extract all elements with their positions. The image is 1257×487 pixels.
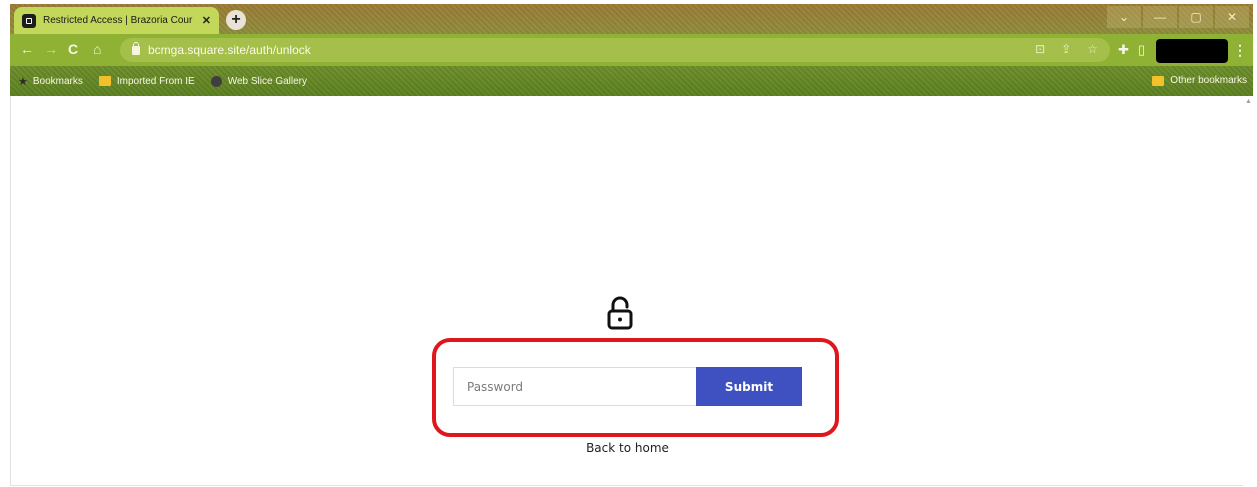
square-favicon-icon	[22, 13, 36, 28]
bookmark-web-slice-gallery[interactable]: Web Slice Gallery	[210, 75, 307, 87]
secure-lock-icon[interactable]	[132, 41, 140, 55]
url-text: bcmga.square.site/auth/unlock	[148, 43, 311, 57]
profile-avatar[interactable]	[1156, 39, 1228, 63]
back-to-home-link[interactable]: Back to home	[540, 441, 715, 455]
lock-icon	[607, 296, 633, 330]
browser-chrome: Restricted Access | Brazoria Cour ✕ + ⌄ …	[10, 4, 1253, 96]
bookmark-label: Web Slice Gallery	[227, 75, 307, 87]
globe-icon	[210, 75, 222, 87]
folder-icon	[1152, 75, 1165, 86]
scroll-up-arrow-icon[interactable]: ▲	[1245, 98, 1252, 105]
home-icon[interactable]: ⌂	[93, 41, 101, 57]
other-bookmarks[interactable]: Other bookmarks	[1152, 75, 1247, 86]
browser-toolbar: ← → C ⌂ bcmga.square.site/auth/unlock ⊡ …	[10, 34, 1253, 66]
maximize-button[interactable]: ▢	[1179, 6, 1213, 28]
kebab-menu-icon[interactable]: ⋮	[1233, 42, 1247, 59]
tab-search-icon[interactable]: ⌄	[1107, 6, 1141, 28]
star-icon: ★	[18, 75, 28, 88]
window-controls: ⌄ — ▢ ✕	[1107, 6, 1249, 28]
other-bookmarks-label: Other bookmarks	[1170, 75, 1247, 86]
password-input[interactable]	[453, 367, 697, 406]
submit-button[interactable]: Submit	[696, 367, 802, 406]
minimize-button[interactable]: —	[1143, 6, 1177, 28]
address-bar[interactable]: bcmga.square.site/auth/unlock ⊡ ⇪ ☆	[120, 38, 1110, 62]
install-app-icon[interactable]: ⊡	[1035, 42, 1045, 56]
bookmark-label: Imported From IE	[116, 75, 195, 87]
tab-title: Restricted Access | Brazoria Cour	[42, 15, 193, 26]
folder-icon	[98, 76, 111, 86]
bookmark-star-icon[interactable]: ☆	[1087, 42, 1098, 56]
close-window-button[interactable]: ✕	[1215, 6, 1249, 28]
reload-icon[interactable]: C	[68, 41, 78, 57]
new-tab-button[interactable]: +	[226, 10, 246, 30]
bookmark-label: Bookmarks	[32, 75, 83, 87]
forward-arrow-icon[interactable]: →	[44, 41, 58, 57]
extensions-puzzle-icon[interactable]: ✚	[1118, 42, 1129, 58]
side-panel-icon[interactable]: ▯	[1138, 42, 1145, 58]
share-icon[interactable]: ⇪	[1061, 42, 1071, 56]
bookmarks-bar: ★ Bookmarks Imported From IE Web Slice G…	[10, 66, 1253, 96]
tab-restricted-access[interactable]: Restricted Access | Brazoria Cour ✕	[14, 7, 219, 34]
back-arrow-icon[interactable]: ←	[20, 41, 34, 57]
omnibox-actions: ⊡ ⇪ ☆	[1035, 42, 1098, 56]
bookmark-imported-from-ie[interactable]: Imported From IE	[98, 75, 195, 87]
bookmark-bookmarks[interactable]: ★ Bookmarks	[18, 75, 83, 88]
tab-close-icon[interactable]: ✕	[202, 14, 211, 27]
page-scrollbar[interactable]: ▲	[1243, 96, 1253, 486]
browser-window: Restricted Access | Brazoria Cour ✕ + ⌄ …	[0, 0, 1257, 487]
tab-strip: Restricted Access | Brazoria Cour ✕ + ⌄ …	[10, 4, 1253, 34]
